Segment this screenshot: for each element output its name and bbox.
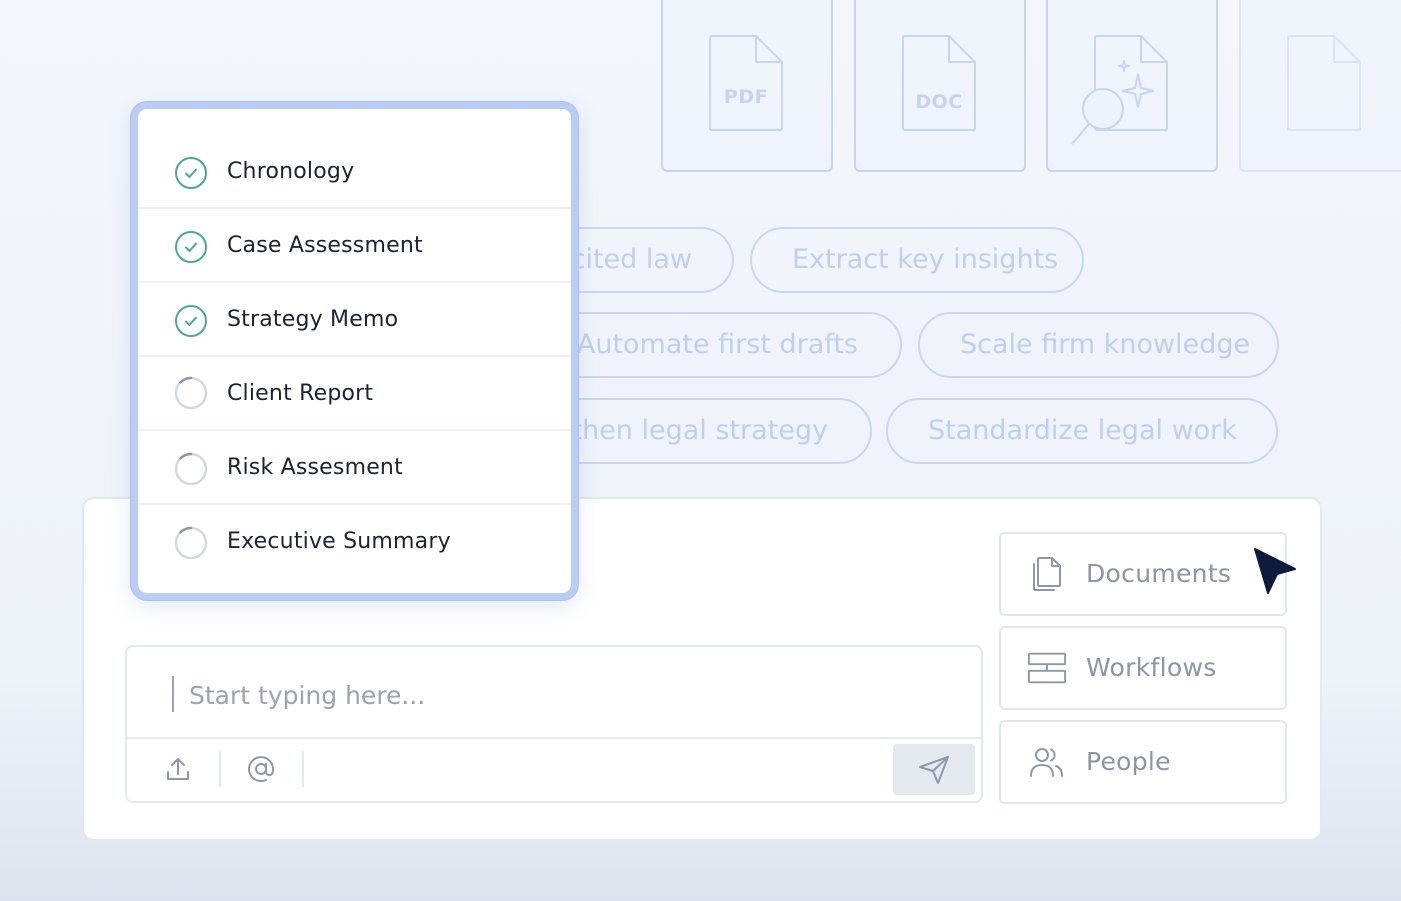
spinner-icon — [174, 452, 208, 486]
toolbar-separator — [302, 751, 304, 787]
checklist-item-label: Risk Assesment — [227, 455, 403, 480]
people-button[interactable]: People — [999, 720, 1287, 804]
upload-icon — [167, 758, 189, 780]
mention-button[interactable] — [241, 749, 281, 789]
check-circle-icon — [175, 305, 207, 337]
task-checklist: Chronology Case Assessment Strategy Memo… — [131, 102, 578, 600]
checklist-item-label: Strategy Memo — [227, 307, 399, 332]
checklist-item-risk-assesment: Risk Assesment — [138, 431, 571, 505]
workflows-button[interactable]: Workflows — [999, 626, 1287, 710]
spinner-icon — [174, 526, 208, 560]
checklist-item-label: Chronology — [227, 159, 355, 184]
message-composer — [125, 645, 983, 803]
documents-icon — [1027, 554, 1067, 594]
file-icon — [1287, 35, 1361, 131]
people-icon — [1027, 742, 1067, 782]
check-circle-icon — [175, 157, 207, 189]
upload-button[interactable] — [158, 749, 198, 789]
text-caret — [172, 676, 174, 712]
checklist-item-client-report: Client Report — [138, 357, 571, 431]
checklist-item-label: Client Report — [227, 381, 374, 406]
pdf-file-card: PDF — [661, 0, 833, 172]
doc-file-card: DOC — [854, 0, 1026, 172]
search-file-card — [1046, 0, 1218, 172]
checklist-item-label: Executive Summary — [227, 529, 451, 554]
chip-extract-key-insights[interactable]: Extract key insights — [750, 227, 1084, 293]
workflows-label: Workflows — [1086, 653, 1217, 682]
chip-scale-firm-knowledge[interactable]: Scale firm knowledge — [918, 312, 1279, 378]
documents-button[interactable]: Documents — [999, 532, 1287, 616]
checklist-item-chronology: Chronology — [138, 135, 571, 209]
pdf-label: PDF — [723, 86, 769, 108]
at-sign-icon — [248, 756, 275, 783]
checklist-item-executive-summary: Executive Summary — [138, 505, 571, 579]
documents-label: Documents — [1086, 559, 1232, 588]
checklist-item-case-assessment: Case Assessment — [138, 209, 571, 283]
check-circle-icon — [175, 231, 207, 263]
toolbar-separator — [219, 751, 221, 787]
checklist-item-label: Case Assessment — [227, 233, 423, 258]
blank-file-card — [1239, 0, 1401, 172]
mouse-pointer-icon — [1254, 548, 1296, 594]
doc-label: DOC — [915, 91, 963, 113]
file-icon — [902, 35, 976, 131]
message-input[interactable] — [187, 669, 891, 721]
spinner-icon — [174, 376, 208, 410]
people-label: People — [1086, 747, 1171, 776]
workflows-icon — [1027, 648, 1067, 688]
chip-standardize-legal-work[interactable]: Standardize legal work — [886, 398, 1278, 464]
composer-divider — [127, 737, 981, 739]
file-search-icon — [1071, 35, 1168, 145]
file-icon — [709, 35, 783, 131]
checklist-item-strategy-memo: Strategy Memo — [138, 283, 571, 357]
send-button[interactable] — [893, 744, 975, 795]
send-icon — [919, 755, 949, 784]
